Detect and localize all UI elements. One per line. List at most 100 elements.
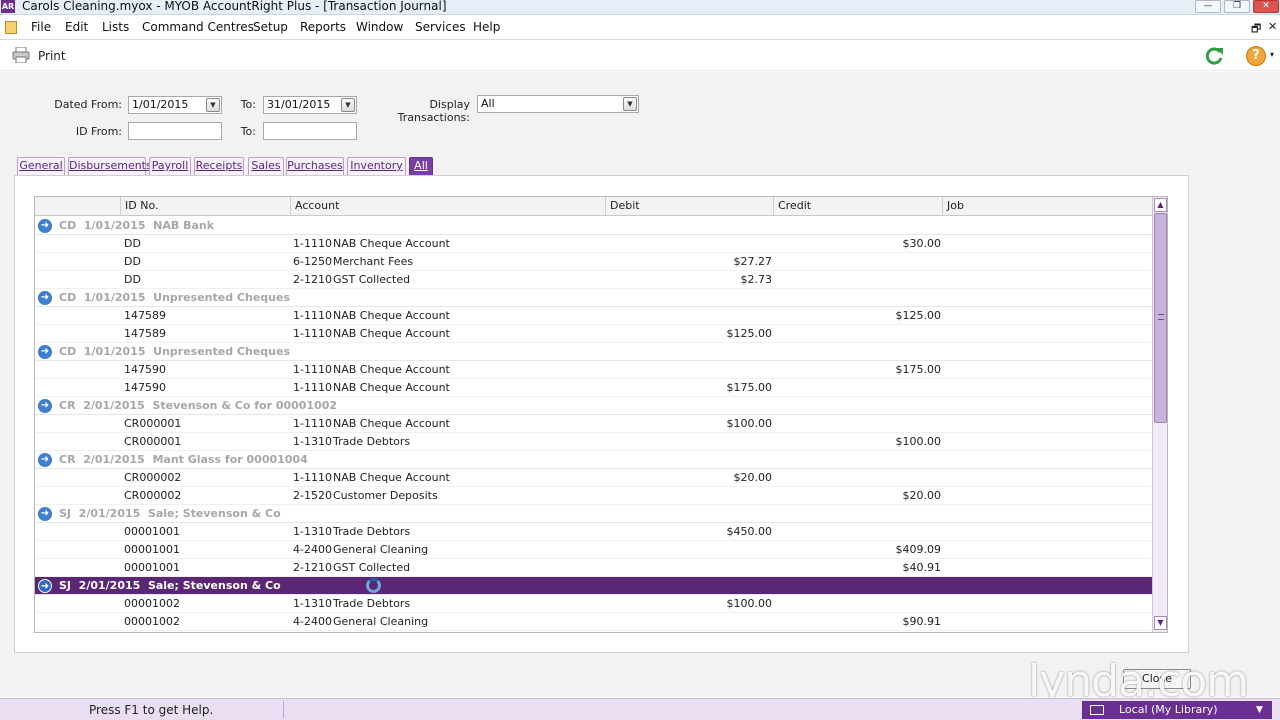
table-row[interactable]: 147590 1-1110 NAB Cheque Account $175.00 <box>35 379 1152 397</box>
table-row[interactable]: 147589 1-1110 NAB Cheque Account $125.00 <box>35 325 1152 343</box>
group-header-text: CR 2/01/2015 Stevenson & Co for 00001002 <box>59 399 338 412</box>
status-help-text: Press F1 to get Help. <box>89 703 214 717</box>
group-row[interactable]: ➜ SJ 2/01/2015 Sale; Stevenson & Co <box>35 577 1152 595</box>
debit-cell: $100.00 <box>726 417 773 430</box>
table-row[interactable]: DD 1-1110 NAB Cheque Account $30.00 <box>35 235 1152 253</box>
print-icon[interactable] <box>12 47 30 63</box>
window-title: Carols Cleaning.myox - MYOB AccountRight… <box>22 0 447 13</box>
account-number-cell: 1-1110 <box>293 237 332 250</box>
table-row[interactable]: 00001002 4-2400 General Cleaning $90.91 <box>35 613 1152 631</box>
tab-receipts[interactable]: Receipts <box>194 157 244 175</box>
library-selector[interactable]: Local (My Library) ▼ <box>1082 701 1272 719</box>
table-row[interactable]: CR000002 2-1520 Customer Deposits $20.00 <box>35 487 1152 505</box>
id-no-cell: 00001002 <box>124 597 180 610</box>
id-to-label: To: <box>240 125 256 138</box>
table-row[interactable]: CR000001 1-1310 Trade Debtors $100.00 <box>35 433 1152 451</box>
group-row[interactable]: ➜ SJ 2/01/2015 Sale; Stevenson & Co <box>35 505 1152 523</box>
group-row[interactable]: ➜ CR 2/01/2015 Stevenson & Co for 0000100… <box>35 397 1152 415</box>
menu-file[interactable]: File <box>31 20 51 34</box>
credit-cell: $175.00 <box>895 363 942 376</box>
column-id-no[interactable]: ID No. <box>120 197 290 216</box>
tab-disbursements[interactable]: Disbursements <box>68 157 152 175</box>
menu-edit[interactable]: Edit <box>65 20 88 34</box>
dated-from-dropdown-icon[interactable]: ▼ <box>206 98 220 112</box>
id-to-field[interactable] <box>263 122 357 140</box>
tab-inventory[interactable]: Inventory <box>347 157 406 175</box>
close-window-button[interactable]: ✕ <box>1253 0 1279 13</box>
tab-general[interactable]: General <box>17 157 65 175</box>
column-account[interactable]: Account <box>290 197 605 216</box>
scroll-down-icon[interactable]: ▼ <box>1154 616 1167 630</box>
minimize-button[interactable]: — <box>1195 0 1221 13</box>
dated-to-field[interactable]: 31/01/2015 ▼ <box>263 96 357 114</box>
display-transactions-dropdown-icon[interactable]: ▼ <box>623 97 637 111</box>
restore-button[interactable]: ❐ <box>1224 0 1250 13</box>
document-icon[interactable] <box>5 21 17 34</box>
account-number-cell: 1-1110 <box>293 309 332 322</box>
arrow-right-icon[interactable]: ➜ <box>38 219 52 233</box>
menu-window[interactable]: Window <box>356 20 403 34</box>
table-row[interactable]: DD 6-1250 Merchant Fees $27.27 <box>35 253 1152 271</box>
table-row[interactable]: 147589 1-1110 NAB Cheque Account $125.00 <box>35 307 1152 325</box>
menu-reports[interactable]: Reports <box>300 20 346 34</box>
status-divider <box>283 701 284 718</box>
table-row[interactable]: 00001002 1-1310 Trade Debtors $100.00 <box>35 595 1152 613</box>
column-job[interactable]: Job <box>942 197 1152 216</box>
debit-cell: $175.00 <box>726 381 773 394</box>
library-caret-icon[interactable]: ▼ <box>1256 701 1263 719</box>
menu-lists[interactable]: Lists <box>102 20 129 34</box>
table-row[interactable]: 00001001 4-2400 General Cleaning $409.09 <box>35 541 1152 559</box>
tab-payroll[interactable]: Payroll <box>149 157 191 175</box>
dated-from-field[interactable]: 1/01/2015 ▼ <box>128 96 222 114</box>
column-debit[interactable]: Debit <box>605 197 773 216</box>
arrow-right-icon[interactable]: ➜ <box>38 453 52 467</box>
account-name-cell: GST Collected <box>333 273 411 286</box>
debit-cell: $100.00 <box>726 597 773 610</box>
print-button[interactable]: Print <box>38 49 66 63</box>
dated-to-value: 31/01/2015 <box>267 98 331 111</box>
group-row[interactable]: ➜ CD 1/01/2015 Unpresented Cheques <box>35 289 1152 307</box>
arrow-right-icon[interactable]: ➜ <box>38 345 52 359</box>
account-number-cell: 1-1310 <box>293 597 332 610</box>
scroll-thumb[interactable] <box>1154 213 1167 423</box>
arrow-right-icon[interactable]: ➜ <box>38 291 52 305</box>
arrow-right-icon[interactable]: ➜ <box>38 507 52 521</box>
tab-all[interactable]: All <box>409 157 433 175</box>
credit-cell: $30.00 <box>902 237 942 250</box>
refresh-icon[interactable] <box>1203 45 1225 67</box>
tab-purchases[interactable]: Purchases <box>286 157 344 175</box>
table-row[interactable]: 147590 1-1110 NAB Cheque Account $175.00 <box>35 361 1152 379</box>
group-row[interactable]: ➜ CD 1/01/2015 Unpresented Cheques <box>35 343 1152 361</box>
arrow-right-icon[interactable]: ➜ <box>38 579 52 593</box>
table-row[interactable]: DD 2-1210 GST Collected $2.73 <box>35 271 1152 289</box>
arrow-right-icon[interactable]: ➜ <box>38 399 52 413</box>
table-row[interactable]: 00001001 1-1310 Trade Debtors $450.00 <box>35 523 1152 541</box>
tab-sales[interactable]: Sales <box>248 157 284 175</box>
table-row[interactable]: CR000002 1-1110 NAB Cheque Account $20.00 <box>35 469 1152 487</box>
group-row[interactable]: ➜ CR 2/01/2015 Mant Glass for 00001004 <box>35 451 1152 469</box>
menu-bar: File Edit Lists Command Centres Setup Re… <box>0 16 1280 40</box>
debit-cell: $125.00 <box>726 327 773 340</box>
mdi-close-icon[interactable]: ✕ <box>1268 20 1277 33</box>
help-menu-caret-icon[interactable]: ▾ <box>1270 50 1274 59</box>
table-row[interactable]: 00001001 2-1210 GST Collected $40.91 <box>35 559 1152 577</box>
table-row[interactable]: CR000001 1-1110 NAB Cheque Account $100.00 <box>35 415 1152 433</box>
mdi-restore-icon[interactable]: 🗗 <box>1251 20 1261 39</box>
display-transactions-select[interactable]: All ▼ <box>477 95 639 113</box>
menu-command-centres[interactable]: Command Centres <box>142 20 254 34</box>
scroll-up-icon[interactable]: ▲ <box>1154 198 1167 212</box>
column-credit[interactable]: Credit <box>773 197 942 216</box>
group-row[interactable]: ➜ CD 1/01/2015 NAB Bank <box>35 217 1152 235</box>
credit-cell: $90.91 <box>902 615 942 628</box>
menu-help[interactable]: Help <box>473 20 500 34</box>
id-from-field[interactable] <box>128 122 222 140</box>
group-header-text: CD 1/01/2015 NAB Bank <box>59 219 215 232</box>
menu-services[interactable]: Services <box>415 20 466 34</box>
vertical-scrollbar[interactable]: ▲ ▼ <box>1152 197 1167 632</box>
dated-to-dropdown-icon[interactable]: ▼ <box>341 98 355 112</box>
account-name-cell: NAB Cheque Account <box>333 417 450 430</box>
help-icon[interactable]: ? <box>1246 46 1266 66</box>
account-name-cell: NAB Cheque Account <box>333 309 450 322</box>
display-transactions-label: Display Transactions: <box>397 98 470 124</box>
menu-setup[interactable]: Setup <box>253 20 288 34</box>
